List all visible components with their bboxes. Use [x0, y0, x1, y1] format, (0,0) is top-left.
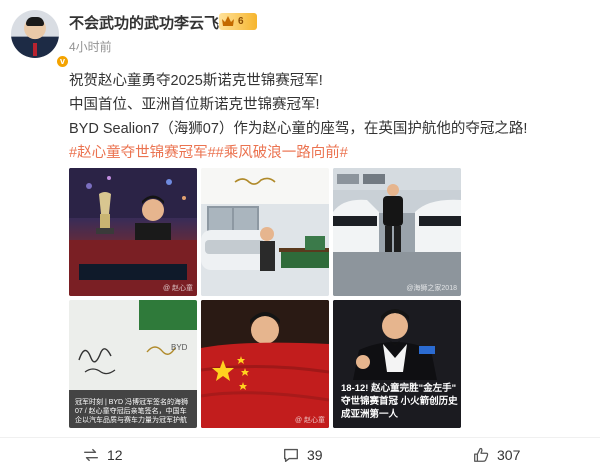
photo-flag[interactable]: @ 赵心童 — [201, 300, 329, 428]
hashtag-link[interactable]: #乘风破浪一路向前# — [216, 145, 348, 161]
cars-scene — [333, 168, 461, 296]
comment-count: 39 — [307, 447, 323, 463]
post-text-line-2: 中国首位、亚洲首位斯诺克世锦赛冠军! — [69, 97, 320, 113]
photo-cars[interactable]: @海狮之家2018 — [333, 168, 461, 296]
photo-signature[interactable]: BYD 冠军时刻 | BYD 冯博冠军签名的海狮07 / 赵心童夺冠后亲笔签名，… — [69, 300, 197, 428]
comment-icon — [284, 448, 298, 462]
hashtag-row: #赵心童夺世锦赛冠军##乘风破浪一路向前# — [69, 141, 348, 162]
author-avatar[interactable]: v — [11, 10, 70, 69]
avatar-tie — [33, 43, 37, 56]
snooker-room-scene — [201, 168, 329, 296]
thumbs-up-icon — [474, 447, 489, 462]
hashtag-link[interactable]: #赵心童夺世锦赛冠军# — [69, 145, 216, 161]
like-button[interactable]: 307 — [472, 444, 520, 466]
photo-caption: 18-12! 赵心童完胜"金左手" 夺世锦赛首冠 小火箭创历史成亚洲第一人 — [341, 383, 458, 420]
vip-level: 6 — [238, 16, 244, 27]
avatar-hair — [26, 17, 44, 26]
photo-player[interactable]: 18-12! 赵心童完胜"金左手" 夺世锦赛首冠 小火箭创历史成亚洲第一人 — [333, 300, 461, 428]
post-text-line-3: BYD Sealion7（海狮07）作为赵心童的座驾，在英国护航他的夺冠之路! — [69, 121, 528, 137]
repost-icon — [84, 448, 98, 462]
photo-caption: 冠军时刻 | BYD 冯博冠军签名的海狮07 / 赵心童夺冠后亲笔签名，中国车企… — [75, 399, 189, 424]
crown-icon — [222, 16, 234, 26]
repost-count: 12 — [107, 447, 123, 463]
comment-button[interactable]: 39 — [282, 444, 323, 466]
repost-button[interactable]: 12 — [82, 444, 123, 466]
post-time[interactable]: 4小时前 — [69, 38, 112, 55]
footer-divider — [0, 437, 600, 438]
photo-snooker-room[interactable] — [201, 168, 329, 296]
photo-trophy[interactable]: @ 赵心童 — [69, 168, 197, 296]
vip-badge[interactable]: 6 — [219, 13, 257, 30]
weibo-post-card: v 不会武功的武功李云飞 6 4小时前 祝贺赵心童勇夺2025斯诺克世锦赛冠军!… — [0, 0, 600, 474]
trophy-scene — [69, 168, 197, 296]
flag-scene — [201, 300, 329, 428]
photo-watermark: @ 赵心童 — [294, 417, 325, 424]
post-text-line-1: 祝贺赵心童勇夺2025斯诺克世锦赛冠军! — [69, 73, 323, 89]
svg-text:BYD: BYD — [171, 343, 188, 352]
author-name[interactable]: 不会武功的武功李云飞 — [69, 12, 219, 33]
photo-watermark: @ 赵心童 — [162, 285, 193, 292]
photo-watermark: @海狮之家2018 — [406, 285, 457, 292]
like-count: 307 — [497, 447, 521, 463]
verified-badge-icon: v — [55, 54, 70, 69]
